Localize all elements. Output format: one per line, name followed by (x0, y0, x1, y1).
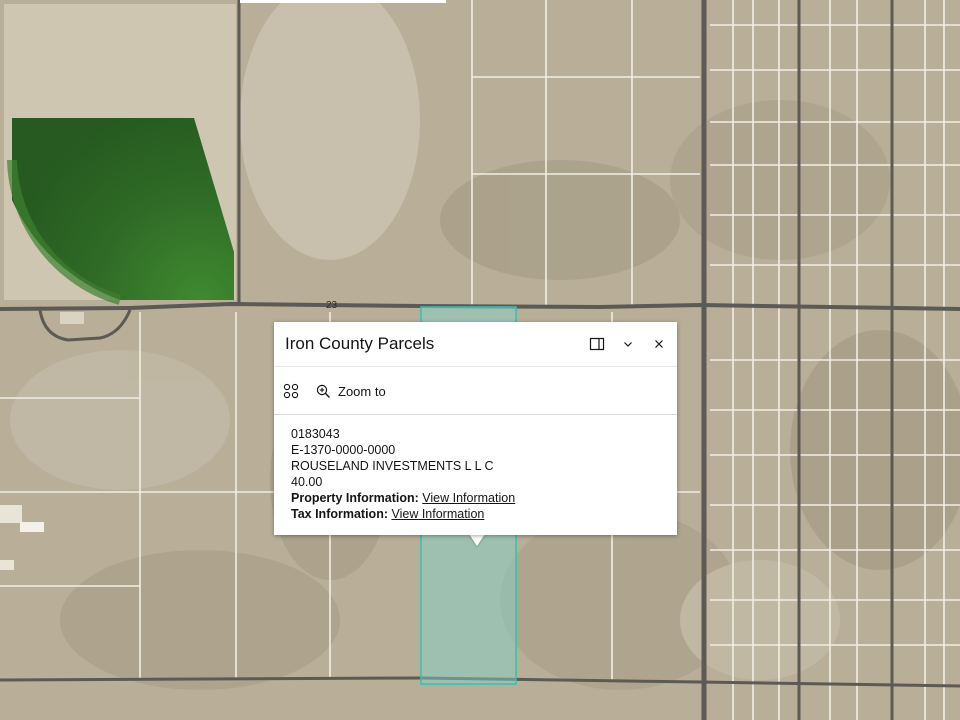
feature-popup: Iron County Parcels Zoom to 0183043 E-13… (274, 322, 677, 535)
dock-button[interactable] (585, 332, 609, 356)
popup-title: Iron County Parcels (285, 334, 435, 353)
acreage: 40.00 (291, 475, 323, 489)
road-label: 23 (326, 300, 338, 311)
popup-actions: Zoom to (274, 367, 677, 415)
zoom-to-button[interactable]: Zoom to (316, 379, 386, 403)
select-feature-button[interactable] (283, 379, 299, 403)
circles-grid-icon (283, 383, 299, 399)
property-info-label: Property Information: (291, 491, 419, 505)
close-icon (655, 340, 663, 348)
zoom-in-icon (316, 384, 330, 398)
owner-name: ROUSELAND INVESTMENTS L L C (291, 459, 494, 473)
top-fragment (240, 0, 446, 3)
parcel-id: 0183043 (291, 427, 340, 441)
tax-info-link[interactable]: View Information (391, 507, 484, 521)
account-number: E-1370-0000-0000 (291, 443, 396, 457)
property-info-link[interactable]: View Information (422, 491, 515, 505)
popup-pointer (469, 534, 485, 546)
property-info-row: Property Information: View Information (291, 490, 515, 506)
popup-content: 0183043 E-1370-0000-0000 ROUSELAND INVES… (291, 426, 515, 522)
close-button[interactable] (647, 332, 671, 356)
tax-info-label: Tax Information: (291, 507, 388, 521)
tax-info-row: Tax Information: View Information (291, 506, 515, 522)
zoom-to-label: Zoom to (338, 383, 386, 399)
collapse-button[interactable] (616, 332, 640, 356)
popup-header: Iron County Parcels (274, 322, 677, 367)
dock-icon (589, 337, 605, 351)
chevron-down-icon (624, 342, 632, 347)
